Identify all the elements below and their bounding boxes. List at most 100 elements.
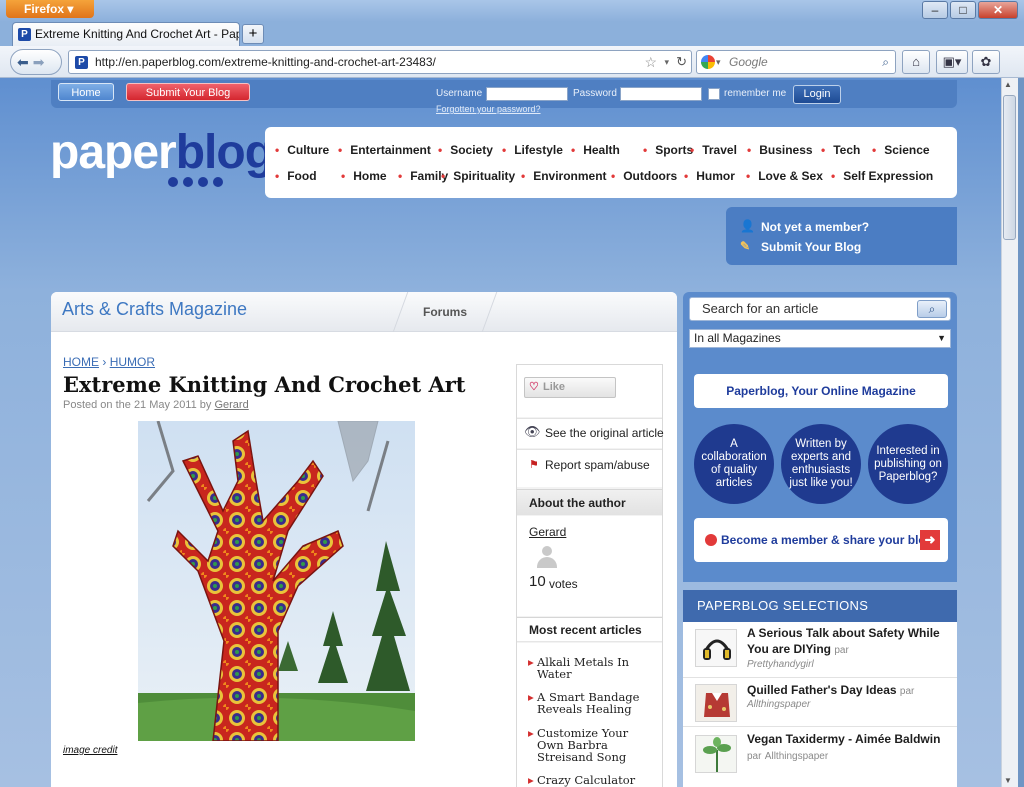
category-link[interactable]: Travel bbox=[690, 143, 737, 157]
history-dropdown-icon[interactable]: ▾ bbox=[664, 51, 669, 73]
selection-item[interactable]: A Serious Talk about Safety While You ar… bbox=[683, 622, 957, 678]
promo-title[interactable]: Paperblog, Your Online Magazine bbox=[694, 374, 948, 408]
recent-article-link[interactable]: A Smart Bandage Reveals Healing bbox=[528, 691, 656, 715]
category-link[interactable]: Lifestyle bbox=[502, 143, 563, 157]
category-link[interactable]: Outdoors bbox=[611, 169, 677, 183]
firefox-menu-button[interactable]: Firefox ▾ bbox=[6, 0, 94, 18]
tab-forums[interactable]: Forums bbox=[392, 292, 498, 332]
url-bar[interactable]: P http://en.paperblog.com/extreme-knitti… bbox=[68, 50, 692, 74]
category-link[interactable]: Sports bbox=[643, 143, 693, 157]
category-link[interactable]: Self Expression bbox=[831, 169, 933, 183]
category-link[interactable]: Culture bbox=[275, 143, 329, 157]
password-input[interactable] bbox=[620, 87, 702, 101]
minimize-button[interactable]: ‒ bbox=[922, 1, 948, 19]
heart-icon: ♡ bbox=[529, 381, 539, 393]
category-link[interactable]: Humor bbox=[684, 169, 735, 183]
like-label: Like bbox=[543, 381, 566, 393]
user-icon: 👤 bbox=[740, 219, 755, 233]
category-link[interactable]: Love & Sex bbox=[746, 169, 823, 183]
submit-blog-button[interactable]: Submit Your Blog bbox=[126, 83, 250, 101]
google-engine-icon[interactable] bbox=[701, 55, 715, 69]
magazine-select-value: In all Magazines bbox=[694, 331, 781, 345]
search-icon[interactable]: ⌕ bbox=[882, 51, 889, 73]
become-member-button[interactable]: Become a member & share your blog ➜ bbox=[694, 518, 948, 562]
selection-blog[interactable]: Prettyhandygirl bbox=[747, 659, 814, 670]
tab-active[interactable]: P Extreme Knitting And Crochet Art - Pap… bbox=[12, 22, 240, 46]
article-search-input[interactable]: Search for an article bbox=[689, 297, 951, 321]
magazine-title[interactable]: Arts & Crafts Magazine bbox=[62, 299, 247, 320]
selection-title-text[interactable]: Quilled Father's Day Ideas bbox=[747, 683, 897, 697]
scrollbar-thumb[interactable] bbox=[1003, 95, 1016, 240]
category-link[interactable]: Society bbox=[438, 143, 493, 157]
site-identity-icon: P bbox=[75, 56, 88, 69]
selection-thumbnail[interactable] bbox=[695, 684, 737, 722]
back-arrow-icon[interactable]: ⬅ bbox=[17, 54, 29, 70]
like-button[interactable]: ♡ Like bbox=[524, 377, 616, 398]
category-link[interactable]: Entertainment bbox=[338, 143, 431, 157]
selection-thumbnail[interactable] bbox=[695, 735, 737, 773]
submit-blog-link[interactable]: Submit Your Blog bbox=[761, 240, 861, 254]
new-tab-button[interactable]: + bbox=[242, 24, 264, 44]
breadcrumb-separator: › bbox=[102, 355, 107, 369]
maximize-button[interactable]: □ bbox=[950, 1, 976, 19]
promo-circle-collaboration: A collaboration of quality articles bbox=[694, 424, 774, 504]
remember-me-checkbox[interactable] bbox=[708, 88, 720, 100]
selection-item[interactable]: Vegan Taxidermy - Aimée Baldwin par Allt… bbox=[683, 728, 957, 787]
paperblog-logo[interactable]: paperblog bbox=[50, 126, 274, 179]
author-link[interactable]: Gerard bbox=[214, 399, 248, 411]
category-link[interactable]: Tech bbox=[821, 143, 860, 157]
pencil-icon: ✎ bbox=[740, 239, 751, 253]
selection-thumbnail[interactable] bbox=[695, 629, 737, 667]
breadcrumb-home-link[interactable]: HOME bbox=[63, 355, 99, 369]
recent-article-link[interactable]: Customize Your Own Barbra Streisand Song bbox=[528, 727, 656, 763]
category-link[interactable]: Food bbox=[275, 169, 316, 183]
username-input[interactable] bbox=[486, 87, 568, 101]
article-image[interactable] bbox=[138, 421, 415, 741]
scroll-down-icon[interactable]: ▼ bbox=[1004, 776, 1012, 785]
avatar[interactable] bbox=[536, 544, 558, 568]
report-spam-link[interactable]: Report spam/abuse bbox=[545, 458, 650, 472]
search-icon[interactable]: ⌕ bbox=[917, 300, 947, 318]
engine-dropdown-icon[interactable]: ▾ bbox=[716, 51, 721, 73]
bookmark-star-icon[interactable]: ☆ bbox=[644, 51, 657, 73]
image-credit-link[interactable]: image credit bbox=[63, 745, 117, 756]
search-bar[interactable]: ▾ Google ⌕ bbox=[696, 50, 896, 74]
recent-article-link[interactable]: Crazy Calculator bbox=[528, 774, 656, 786]
category-link[interactable]: Business bbox=[747, 143, 812, 157]
promo-circle-experts: Written by experts and enthusiasts just … bbox=[781, 424, 861, 504]
reload-icon[interactable]: ↻ bbox=[676, 51, 687, 73]
forward-arrow-icon[interactable]: ➡ bbox=[33, 54, 45, 70]
magazine-select[interactable]: In all Magazines ▼ bbox=[689, 329, 951, 348]
not-member-link[interactable]: Not yet a member? bbox=[761, 220, 869, 234]
category-link[interactable]: Environment bbox=[521, 169, 606, 183]
recent-article-link[interactable]: Alkali Metals In Water bbox=[528, 656, 656, 680]
category-link[interactable]: Spirituality bbox=[441, 169, 515, 183]
posted-date: Posted on the 21 May 2011 by bbox=[63, 399, 212, 411]
category-link[interactable]: Health bbox=[571, 143, 620, 157]
forgot-password-link[interactable]: Forgotten your password? bbox=[436, 104, 541, 114]
author-name-link[interactable]: Gerard bbox=[529, 525, 566, 539]
promo-circle-publishing[interactable]: Interested in publishing on Paperblog? bbox=[868, 424, 948, 504]
bookmarks-menu-icon[interactable]: ▣▾ bbox=[936, 50, 968, 74]
breadcrumb-humor-link[interactable]: HUMOR bbox=[110, 355, 155, 369]
category-link[interactable]: Home bbox=[341, 169, 386, 183]
selection-title: Quilled Father's Day Ideas par bbox=[747, 682, 947, 700]
selection-item[interactable]: Quilled Father's Day Ideas par Allthings… bbox=[683, 679, 957, 727]
logo-text-paper: paper bbox=[50, 126, 177, 179]
selection-title-text[interactable]: Vegan Taxidermy - Aimée Baldwin bbox=[747, 732, 940, 746]
selection-title: A Serious Talk about Safety While You ar… bbox=[747, 625, 947, 659]
home-button[interactable]: Home bbox=[58, 83, 114, 101]
back-forward-buttons[interactable]: ⬅ ➡ bbox=[10, 49, 62, 75]
firefox-menu-label: Firefox bbox=[24, 2, 65, 16]
close-window-button[interactable]: ✕ bbox=[978, 1, 1018, 19]
selection-by: par bbox=[747, 751, 762, 762]
scroll-up-icon[interactable]: ▲ bbox=[1004, 80, 1012, 89]
category-link[interactable]: Science bbox=[872, 143, 929, 157]
selection-blog[interactable]: Allthingspaper bbox=[747, 699, 810, 710]
selection-blog[interactable]: Allthingspaper bbox=[765, 751, 828, 762]
login-button[interactable]: Login bbox=[793, 85, 841, 104]
remember-me-label: remember me bbox=[724, 88, 787, 99]
see-original-link[interactable]: See the original article bbox=[545, 426, 664, 440]
home-icon[interactable]: ⌂ bbox=[902, 50, 930, 74]
addon-icon[interactable]: ✿ bbox=[972, 50, 1000, 74]
